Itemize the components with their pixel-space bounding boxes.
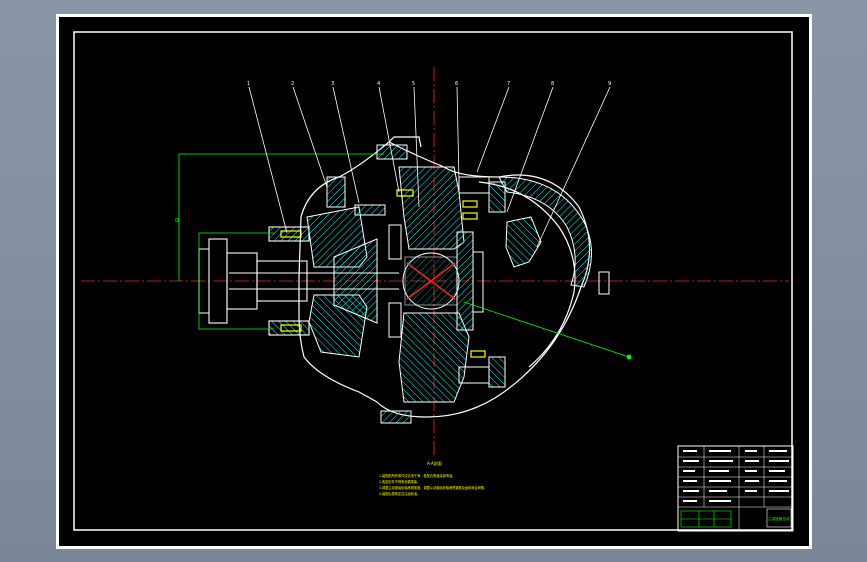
ring-gear-tooth: [505, 216, 542, 268]
drawing-sheet: Ø 1 2 3 4 5 6 7 8 9 A-A剖面 1.装配前所有零件应清洗干净…: [56, 14, 812, 549]
technical-notes: A-A剖面 1.装配前所有零件应清洗干净，各配合表面涂润滑油。 2.各密封件不得…: [379, 460, 487, 496]
callout-1: 1: [247, 81, 250, 87]
note-3: 3.调整主动锥齿轮轴承预紧度，调整从动锥齿轮轴承预紧度及齿轮啮合间隙。: [379, 485, 487, 490]
callout-numbers: 1 2 3 4 5 6 7 8 9: [247, 81, 611, 87]
callout-3: 3: [331, 81, 334, 87]
callout-6: 6: [455, 81, 458, 87]
note-4: 4.装配后按规定加注齿轮油。: [379, 491, 420, 496]
callout-8: 8: [551, 81, 554, 87]
notes-title: A-A剖面: [427, 460, 442, 466]
diff-case-upper: [398, 166, 465, 250]
drawing-name: 主减速器总成: [768, 516, 790, 521]
callout-5: 5: [412, 81, 415, 87]
title-block: 主减速器总成: [677, 445, 794, 532]
callout-2: 2: [291, 81, 294, 87]
note-1: 1.装配前所有零件应清洗干净，各配合表面涂润滑油。: [379, 473, 455, 478]
cad-drawing: Ø 1 2 3 4 5 6 7 8 9 A-A剖面 1.装配前所有零件应清洗干净…: [73, 31, 794, 532]
callout-9: 9: [608, 81, 611, 87]
dimension-text: Ø: [175, 217, 179, 224]
note-2: 2.各密封件不得有渗漏现象。: [379, 479, 420, 484]
callout-4: 4: [377, 81, 380, 87]
callout-7: 7: [507, 81, 510, 87]
